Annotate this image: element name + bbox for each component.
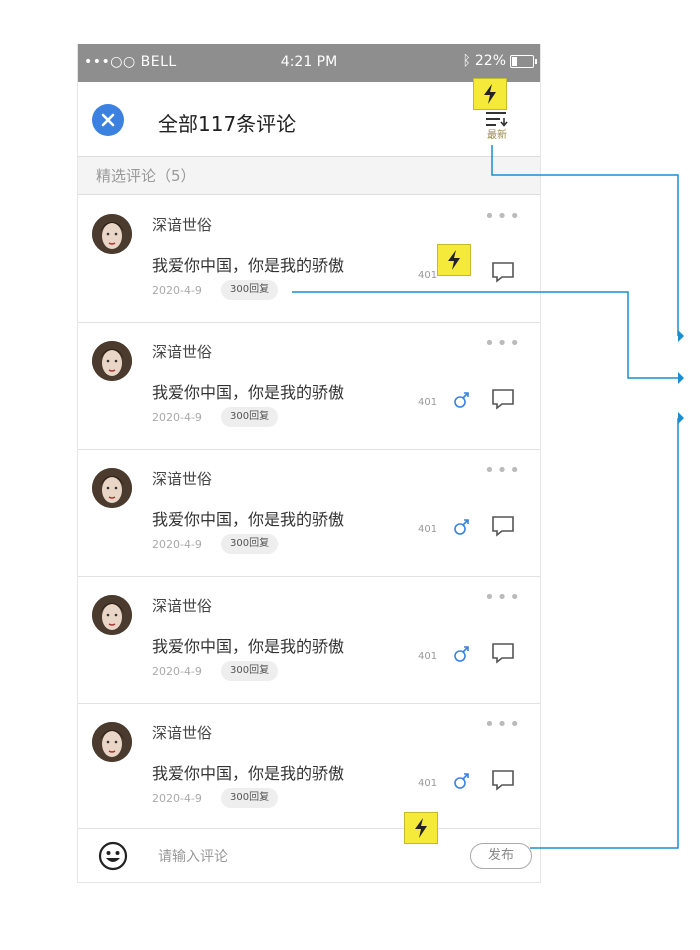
like-icon[interactable] [452, 643, 472, 663]
comment-list: 深谙世俗 我爱你中国，你是我的骄傲 2020-4-9 300回复 ••• 401… [78, 196, 540, 831]
replies-badge[interactable]: 300回复 [221, 407, 279, 427]
more-icon[interactable]: ••• [484, 587, 522, 608]
comment-text: 我爱你中国，你是我的骄傲 [152, 256, 345, 275]
avatar[interactable] [92, 468, 132, 508]
bluetooth-icon: ᛒ [462, 53, 471, 69]
comment-text: 我爱你中国，你是我的骄傲 [152, 383, 345, 402]
phone-screen: •••○○ BELL 4:21 PM ᛒ 22% 全部117条评论 最新 精选评… [77, 44, 541, 883]
connector-arrow [678, 372, 684, 384]
like-count: 401 [418, 778, 438, 789]
sort-button[interactable]: 最新 [480, 110, 514, 141]
comment-text: 我爱你中国，你是我的骄傲 [152, 510, 345, 529]
flash-marker [437, 244, 471, 276]
more-icon[interactable]: ••• [484, 333, 522, 354]
battery-status: ᛒ 22% [462, 53, 537, 69]
close-button[interactable] [92, 104, 124, 136]
flash-marker [404, 812, 438, 844]
header: 全部117条评论 最新 [78, 82, 540, 157]
avatar-image [92, 214, 132, 254]
comment-item: 深谙世俗 我爱你中国，你是我的骄傲 2020-4-9 300回复 ••• 401 [78, 704, 540, 831]
like-count: 401 [418, 270, 438, 281]
more-icon[interactable]: ••• [484, 460, 522, 481]
comment-date: 2020-4-9 [152, 538, 202, 551]
flash-icon [415, 818, 427, 838]
comment-date: 2020-4-9 [152, 792, 202, 805]
connector-arrow [678, 412, 684, 424]
comment-date: 2020-4-9 [152, 284, 202, 297]
comment-text: 我爱你中国，你是我的骄傲 [152, 764, 345, 783]
battery-icon [510, 54, 537, 68]
more-icon[interactable]: ••• [484, 714, 522, 735]
more-icon[interactable]: ••• [484, 206, 522, 227]
avatar-image [92, 722, 132, 762]
reply-icon[interactable] [490, 641, 516, 665]
comment-composer: 发布 [78, 828, 540, 882]
reply-icon[interactable] [490, 514, 516, 538]
emoji-icon[interactable] [98, 841, 128, 871]
flash-marker [473, 78, 507, 110]
avatar[interactable] [92, 595, 132, 635]
comment-username[interactable]: 深谙世俗 [152, 468, 212, 489]
avatar-image [92, 468, 132, 508]
comment-item: 深谙世俗 我爱你中国，你是我的骄傲 2020-4-9 300回复 ••• 401 [78, 323, 540, 450]
avatar[interactable] [92, 722, 132, 762]
comment-date: 2020-4-9 [152, 411, 202, 424]
like-icon[interactable] [452, 770, 472, 790]
avatar-image [92, 341, 132, 381]
reply-icon[interactable] [490, 387, 516, 411]
flash-icon [448, 250, 460, 270]
reply-icon[interactable] [490, 260, 516, 284]
reply-icon[interactable] [490, 768, 516, 792]
replies-badge[interactable]: 300回复 [221, 788, 279, 808]
status-bar: •••○○ BELL 4:21 PM ᛒ 22% [78, 44, 540, 82]
comment-username[interactable]: 深谙世俗 [152, 595, 212, 616]
sort-label: 最新 [487, 130, 507, 141]
publish-button[interactable]: 发布 [470, 843, 532, 869]
comment-username[interactable]: 深谙世俗 [152, 214, 212, 235]
like-icon[interactable] [452, 516, 472, 536]
page-title: 全部117条评论 [158, 112, 297, 136]
replies-badge[interactable]: 300回复 [221, 661, 279, 681]
connector-arrow [678, 330, 684, 342]
comment-text: 我爱你中国，你是我的骄傲 [152, 637, 345, 656]
like-icon[interactable] [452, 389, 472, 409]
avatar[interactable] [92, 214, 132, 254]
avatar[interactable] [92, 341, 132, 381]
comment-username[interactable]: 深谙世俗 [152, 722, 212, 743]
avatar-image [92, 595, 132, 635]
flash-icon [484, 84, 496, 104]
replies-badge[interactable]: 300回复 [221, 534, 279, 554]
close-icon [101, 113, 115, 127]
featured-section-label: 精选评论（5） [78, 157, 540, 195]
comment-item: 深谙世俗 我爱你中国，你是我的骄傲 2020-4-9 300回复 ••• 401 [78, 450, 540, 577]
comment-date: 2020-4-9 [152, 665, 202, 678]
replies-badge[interactable]: 300回复 [221, 280, 279, 300]
comment-username[interactable]: 深谙世俗 [152, 341, 212, 362]
like-count: 401 [418, 524, 438, 535]
connector-line [530, 418, 679, 849]
like-count: 401 [418, 651, 438, 662]
like-count: 401 [418, 397, 438, 408]
comment-input[interactable] [156, 844, 440, 870]
battery-percent: 22% [474, 53, 506, 69]
comment-item: 深谙世俗 我爱你中国，你是我的骄傲 2020-4-9 300回复 ••• 401 [78, 577, 540, 704]
